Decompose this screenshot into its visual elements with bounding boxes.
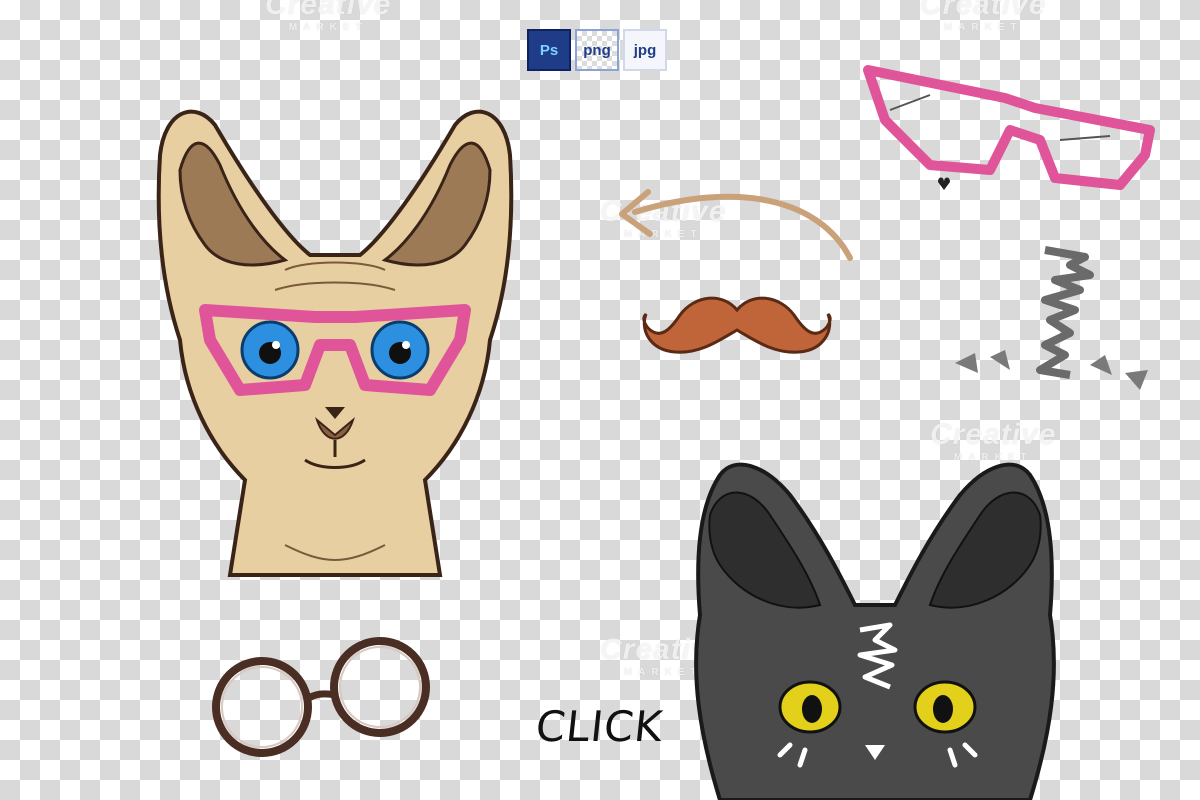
watermark: Creative MARKET	[920, 0, 1046, 33]
watermark-main: Creative	[265, 0, 392, 21]
watermark-main: Creative	[920, 0, 1047, 21]
format-badges: Ps png jpg	[527, 29, 667, 71]
jpg-badge: jpg	[623, 29, 667, 71]
photoshop-badge: Ps	[527, 29, 571, 71]
click-text: CLICK	[533, 702, 666, 751]
watermark-sub: MARKET	[288, 22, 368, 33]
pink-glasses-icon	[863, 65, 1155, 190]
sphynx-cat-illustration	[156, 109, 514, 577]
round-glasses-icon	[212, 637, 430, 757]
png-badge: png	[575, 29, 619, 71]
black-cat-illustration	[694, 462, 1056, 800]
mustache-icon	[642, 296, 832, 354]
watermark-sub: MARKET	[943, 22, 1023, 33]
curved-arrow-icon	[619, 189, 853, 261]
watermark: Creative MARKET	[265, 0, 391, 33]
watermark-main: Creative	[930, 418, 1057, 451]
bow-tie-icon	[955, 246, 1148, 390]
